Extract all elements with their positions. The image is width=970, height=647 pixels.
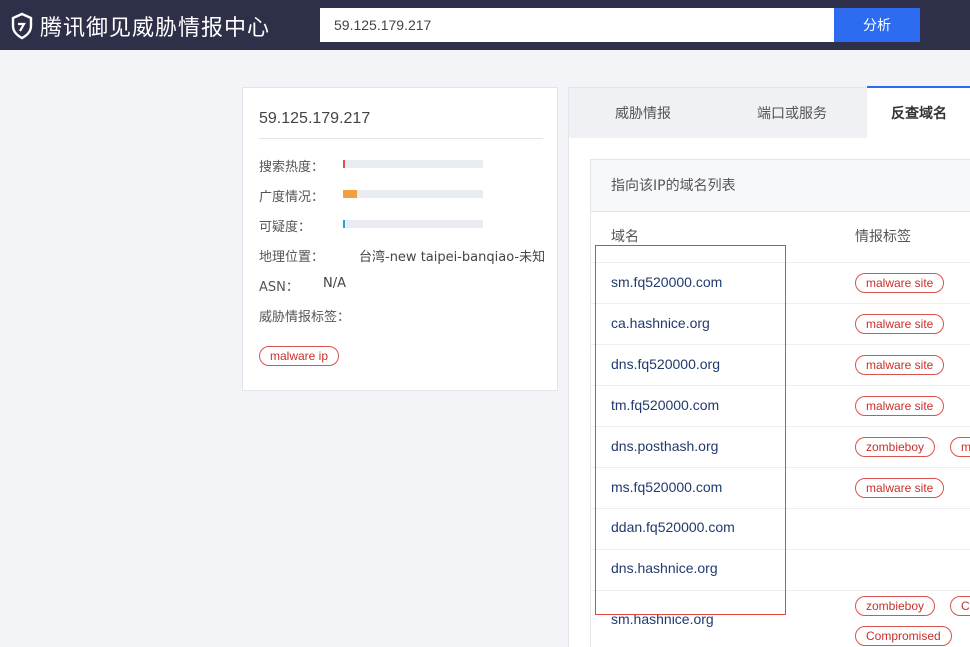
threat-tags-label: 威胁情报标签： xyxy=(259,310,351,325)
top-bar: 腾讯御见威胁情报中心 分析 xyxy=(0,0,970,50)
domain-tag[interactable]: C xyxy=(950,596,970,616)
tab-reverse-domain[interactable]: 反查域名 xyxy=(867,86,970,140)
geo-value: 台湾-new taipei-banqiao-未知 xyxy=(359,250,546,265)
domain-tag[interactable]: malware site xyxy=(855,478,945,498)
domain-list-title: 指向该IP的域名列表 xyxy=(591,160,970,212)
brand[interactable]: 腾讯御见威胁情报中心 xyxy=(10,10,270,42)
domain-panel: 指向该IP的域名列表 域名 情报标签 sm.fq520000.com malwa… xyxy=(568,138,970,647)
brand-title: 腾讯御见威胁情报中心 xyxy=(40,16,271,41)
search-heat-fill xyxy=(343,160,345,168)
highlight-annotation-box xyxy=(595,245,786,615)
suspicion-label: 可疑度： xyxy=(259,220,312,235)
suspicion-bar xyxy=(343,220,483,228)
search-heat-bar xyxy=(343,160,483,168)
search-heat-label: 搜索热度： xyxy=(259,160,325,175)
threat-tag[interactable]: malware ip xyxy=(259,346,340,366)
domain-tag[interactable]: malware site xyxy=(855,273,945,293)
shield-logo-icon xyxy=(11,12,33,40)
tab-ports-services[interactable]: 端口或服务 xyxy=(717,88,867,140)
domain-tag[interactable]: malware site xyxy=(855,314,945,334)
asn-label: ASN： xyxy=(259,280,299,295)
asn-value: N/A xyxy=(323,276,346,291)
suspicion-fill xyxy=(343,220,345,228)
analyze-button[interactable]: 分析 xyxy=(834,8,920,42)
domain-tag[interactable]: malware site xyxy=(855,355,945,375)
spread-label: 广度情况： xyxy=(259,190,325,205)
ip-summary-card: 59.125.179.217 搜索热度： 广度情况： 可疑度： 地理位置： 台湾… xyxy=(242,87,558,391)
geo-label: 地理位置： xyxy=(259,250,325,265)
domain-tag[interactable]: zombieboy xyxy=(855,596,936,616)
tab-threat-intel[interactable]: 威胁情报 xyxy=(569,88,717,140)
domain-tag[interactable]: m xyxy=(950,437,970,457)
domain-tag[interactable]: zombieboy xyxy=(855,437,936,457)
domain-tag[interactable]: Compromised xyxy=(855,626,952,646)
column-header-tags: 情报标签 xyxy=(855,229,911,245)
domain-tag[interactable]: malware site xyxy=(855,396,945,416)
divider xyxy=(259,138,543,139)
tab-bar: 威胁情报 端口或服务 反查域名 xyxy=(568,86,970,140)
spread-bar xyxy=(343,190,483,198)
search-input[interactable] xyxy=(320,8,834,42)
spread-fill xyxy=(343,190,357,198)
ip-title: 59.125.179.217 xyxy=(259,110,371,127)
